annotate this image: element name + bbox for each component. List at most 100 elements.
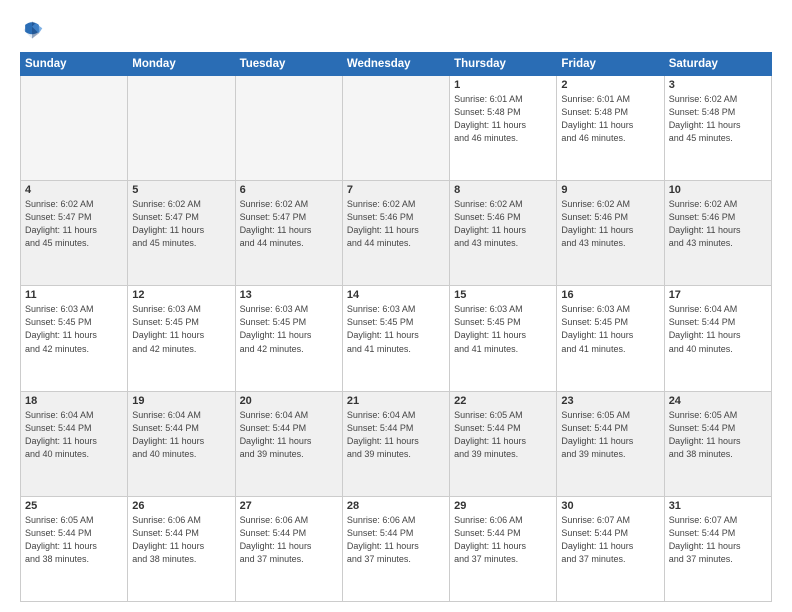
day-info: Sunrise: 6:02 AM Sunset: 5:47 PM Dayligh… [240,198,338,250]
day-info: Sunrise: 6:06 AM Sunset: 5:44 PM Dayligh… [132,514,230,566]
day-info: Sunrise: 6:02 AM Sunset: 5:46 PM Dayligh… [454,198,552,250]
day-number: 28 [347,500,445,512]
calendar-week-row-3: 11 Sunrise: 6:03 AM Sunset: 5:45 PM Dayli… [21,286,772,391]
calendar-cell: 29 Sunrise: 6:06 AM Sunset: 5:44 PM Dayli… [450,496,557,601]
day-info: Sunrise: 6:04 AM Sunset: 5:44 PM Dayligh… [132,409,230,461]
calendar-table: SundayMondayTuesdayWednesdayThursdayFrid… [20,52,772,602]
day-number: 16 [561,289,659,301]
calendar-cell: 12Sunrise: 6:03 AM Sunset: 5:45 PM Dayli… [128,286,235,391]
calendar-cell: 11 Sunrise: 6:03 AM Sunset: 5:45 PM Dayli… [21,286,128,391]
day-number: 27 [240,500,338,512]
day-number: 7 [347,184,445,196]
calendar-cell: 15Sunrise: 6:03 AM Sunset: 5:45 PM Dayli… [450,286,557,391]
calendar-cell: 10Sunrise: 6:02 AM Sunset: 5:46 PM Dayli… [664,181,771,286]
calendar-cell: 1 Sunrise: 6:01 AM Sunset: 5:48 PM Daylig… [450,76,557,181]
calendar-cell: 27 Sunrise: 6:06 AM Sunset: 5:44 PM Dayli… [235,496,342,601]
calendar-cell: 19 Sunrise: 6:04 AM Sunset: 5:44 PM Dayli… [128,391,235,496]
day-number: 1 [454,79,552,91]
day-info: Sunrise: 6:02 AM Sunset: 5:46 PM Dayligh… [561,198,659,250]
calendar-week-row-2: 4 Sunrise: 6:02 AM Sunset: 5:47 PM Daylig… [21,181,772,286]
day-info: Sunrise: 6:02 AM Sunset: 5:46 PM Dayligh… [669,198,767,250]
day-info: Sunrise: 6:02 AM Sunset: 5:47 PM Dayligh… [132,198,230,250]
calendar-cell: 16 Sunrise: 6:03 AM Sunset: 5:45 PM Dayli… [557,286,664,391]
day-number: 14 [347,289,445,301]
calendar-cell: 2Sunrise: 6:01 AM Sunset: 5:48 PM Daylig… [557,76,664,181]
calendar-cell: 3Sunrise: 6:02 AM Sunset: 5:48 PM Daylig… [664,76,771,181]
calendar-cell: 6 Sunrise: 6:02 AM Sunset: 5:47 PM Daylig… [235,181,342,286]
calendar-cell: 18 Sunrise: 6:04 AM Sunset: 5:44 PM Dayli… [21,391,128,496]
calendar-cell: 5 Sunrise: 6:02 AM Sunset: 5:47 PM Daylig… [128,181,235,286]
header [20,18,772,42]
day-info: Sunrise: 6:02 AM Sunset: 5:46 PM Dayligh… [347,198,445,250]
calendar-cell: 28 Sunrise: 6:06 AM Sunset: 5:44 PM Dayli… [342,496,449,601]
day-number: 26 [132,500,230,512]
day-number: 22 [454,395,552,407]
day-number: 8 [454,184,552,196]
logo-icon [20,18,44,42]
day-info: Sunrise: 6:02 AM Sunset: 5:47 PM Dayligh… [25,198,123,250]
day-number: 4 [25,184,123,196]
day-info: Sunrise: 6:03 AM Sunset: 5:45 PM Dayligh… [561,303,659,355]
calendar-cell: 24Sunrise: 6:05 AM Sunset: 5:44 PM Dayli… [664,391,771,496]
calendar-cell [21,76,128,181]
day-number: 11 [25,289,123,301]
day-info: Sunrise: 6:05 AM Sunset: 5:44 PM Dayligh… [454,409,552,461]
calendar-cell: 31 Sunrise: 6:07 AM Sunset: 5:44 PM Dayli… [664,496,771,601]
day-info: Sunrise: 6:03 AM Sunset: 5:45 PM Dayligh… [347,303,445,355]
day-number: 29 [454,500,552,512]
day-info: Sunrise: 6:01 AM Sunset: 5:48 PM Dayligh… [454,93,552,145]
day-info: Sunrise: 6:05 AM Sunset: 5:44 PM Dayligh… [25,514,123,566]
day-info: Sunrise: 6:06 AM Sunset: 5:44 PM Dayligh… [347,514,445,566]
calendar-cell: 22 Sunrise: 6:05 AM Sunset: 5:44 PM Dayli… [450,391,557,496]
day-number: 9 [561,184,659,196]
day-info: Sunrise: 6:05 AM Sunset: 5:44 PM Dayligh… [561,409,659,461]
day-info: Sunrise: 6:03 AM Sunset: 5:45 PM Dayligh… [25,303,123,355]
day-info: Sunrise: 6:07 AM Sunset: 5:44 PM Dayligh… [669,514,767,566]
day-info: Sunrise: 6:03 AM Sunset: 5:45 PM Dayligh… [240,303,338,355]
day-info: Sunrise: 6:07 AM Sunset: 5:44 PM Dayligh… [561,514,659,566]
calendar-cell: 23 Sunrise: 6:05 AM Sunset: 5:44 PM Dayli… [557,391,664,496]
day-number: 21 [347,395,445,407]
day-number: 2 [561,79,659,91]
day-number: 12 [132,289,230,301]
day-number: 5 [132,184,230,196]
calendar-cell [128,76,235,181]
calendar-cell: 4 Sunrise: 6:02 AM Sunset: 5:47 PM Daylig… [21,181,128,286]
day-number: 6 [240,184,338,196]
day-info: Sunrise: 6:04 AM Sunset: 5:44 PM Dayligh… [347,409,445,461]
calendar-cell: 26 Sunrise: 6:06 AM Sunset: 5:44 PM Dayli… [128,496,235,601]
day-number: 30 [561,500,659,512]
day-info: Sunrise: 6:02 AM Sunset: 5:48 PM Dayligh… [669,93,767,145]
day-info: Sunrise: 6:04 AM Sunset: 5:44 PM Dayligh… [669,303,767,355]
day-info: Sunrise: 6:06 AM Sunset: 5:44 PM Dayligh… [240,514,338,566]
weekday-header-thursday: Thursday [450,53,557,76]
calendar-cell: 20 Sunrise: 6:04 AM Sunset: 5:44 PM Dayli… [235,391,342,496]
calendar-cell: 17 Sunrise: 6:04 AM Sunset: 5:44 PM Dayli… [664,286,771,391]
weekday-header-sunday: Sunday [21,53,128,76]
day-info: Sunrise: 6:06 AM Sunset: 5:44 PM Dayligh… [454,514,552,566]
day-info: Sunrise: 6:03 AM Sunset: 5:45 PM Dayligh… [454,303,552,355]
day-number: 17 [669,289,767,301]
day-number: 31 [669,500,767,512]
day-number: 19 [132,395,230,407]
day-number: 13 [240,289,338,301]
weekday-header-monday: Monday [128,53,235,76]
day-info: Sunrise: 6:04 AM Sunset: 5:44 PM Dayligh… [25,409,123,461]
calendar-cell: 14 Sunrise: 6:03 AM Sunset: 5:45 PM Dayli… [342,286,449,391]
calendar-cell: 7 Sunrise: 6:02 AM Sunset: 5:46 PM Daylig… [342,181,449,286]
day-info: Sunrise: 6:04 AM Sunset: 5:44 PM Dayligh… [240,409,338,461]
calendar-cell: 25Sunrise: 6:05 AM Sunset: 5:44 PM Dayli… [21,496,128,601]
calendar-cell [342,76,449,181]
day-number: 20 [240,395,338,407]
logo [20,18,48,42]
weekday-header-wednesday: Wednesday [342,53,449,76]
calendar-header-row: SundayMondayTuesdayWednesdayThursdayFrid… [21,53,772,76]
calendar-cell: 13 Sunrise: 6:03 AM Sunset: 5:45 PM Dayli… [235,286,342,391]
page: SundayMondayTuesdayWednesdayThursdayFrid… [0,0,792,612]
calendar-week-row-1: 1 Sunrise: 6:01 AM Sunset: 5:48 PM Daylig… [21,76,772,181]
day-number: 23 [561,395,659,407]
day-number: 18 [25,395,123,407]
weekday-header-friday: Friday [557,53,664,76]
calendar-week-row-5: 25Sunrise: 6:05 AM Sunset: 5:44 PM Dayli… [21,496,772,601]
calendar-cell: 21 Sunrise: 6:04 AM Sunset: 5:44 PM Dayli… [342,391,449,496]
